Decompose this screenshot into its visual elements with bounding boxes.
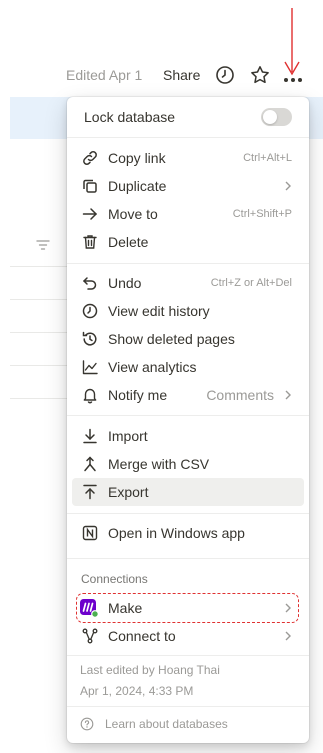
import-label: Import: [108, 428, 148, 444]
show-deleted-pages-item[interactable]: Show deleted pages: [72, 325, 304, 353]
view-edit-history-item[interactable]: View edit history: [72, 297, 304, 325]
menu-divider: [67, 655, 309, 656]
undo-shortcut: Ctrl+Z or Alt+Del: [210, 277, 292, 289]
clock-icon[interactable]: [214, 64, 236, 86]
bell-icon: [81, 386, 99, 404]
table-row-divider: [10, 299, 70, 300]
annotation-highlight: [76, 593, 299, 623]
link-icon: [81, 149, 99, 167]
trash-icon: [81, 233, 99, 251]
share-button[interactable]: Share: [163, 67, 200, 83]
chevron-right-icon: [281, 179, 295, 193]
import-icon: [81, 427, 99, 445]
chart-icon: [81, 358, 99, 376]
notify-me-item[interactable]: Notify me Comments: [72, 381, 304, 409]
menu-divider: [67, 706, 309, 707]
merge-with-csv-label: Merge with CSV: [108, 456, 210, 472]
table-row-divider: [10, 398, 70, 399]
menu-divider: [67, 513, 309, 514]
view-analytics-label: View analytics: [108, 359, 197, 375]
chevron-right-icon: [281, 388, 295, 402]
import-item[interactable]: Import: [72, 422, 304, 450]
duplicate-icon: [81, 177, 99, 195]
star-icon[interactable]: [249, 64, 271, 86]
export-icon: [81, 483, 99, 501]
move-to-shortcut: Ctrl+Shift+P: [232, 208, 292, 220]
arrow-right-icon: [81, 205, 99, 223]
edited-timestamp: Edited Apr 1: [66, 67, 143, 83]
help-icon: [80, 717, 94, 731]
merge-with-csv-item[interactable]: Merge with CSV: [72, 450, 304, 478]
menu-divider: [67, 415, 309, 416]
move-to-label: Move to: [108, 206, 158, 222]
connect-to-item[interactable]: Connect to: [72, 622, 304, 650]
notify-me-label: Notify me: [108, 387, 168, 403]
export-item[interactable]: Export: [72, 478, 304, 506]
table-row-divider: [10, 365, 70, 366]
menu-divider: [67, 558, 309, 559]
lock-database-label: Lock database: [84, 109, 176, 125]
filter-icon[interactable]: [36, 238, 50, 252]
view-analytics-item[interactable]: View analytics: [72, 353, 304, 381]
open-in-windows-app-label: Open in Windows app: [108, 525, 245, 541]
last-edited-by: Last edited by Hoang Thai: [80, 663, 220, 677]
page-topbar: Edited Apr 1 Share: [0, 58, 323, 92]
table-row-divider: [10, 332, 70, 333]
copy-link-label: Copy link: [108, 150, 166, 166]
learn-about-databases-label: Learn about databases: [105, 717, 228, 731]
merge-icon: [81, 455, 99, 473]
show-deleted-pages-label: Show deleted pages: [108, 331, 235, 347]
chevron-right-icon: [281, 629, 295, 643]
open-in-windows-app-item[interactable]: Open in Windows app: [72, 519, 304, 547]
annotation-arrow: [282, 8, 302, 80]
undo-item[interactable]: Undo Ctrl+Z or Alt+Del: [72, 269, 304, 297]
menu-divider: [67, 137, 309, 138]
export-label: Export: [108, 484, 149, 500]
toggle-knob: [263, 110, 277, 124]
copy-link-item[interactable]: Copy link Ctrl+Alt+L: [72, 144, 304, 172]
move-to-item[interactable]: Move to Ctrl+Shift+P: [72, 200, 304, 228]
duplicate-label: Duplicate: [108, 178, 167, 194]
duplicate-item[interactable]: Duplicate: [72, 172, 304, 200]
copy-link-shortcut: Ctrl+Alt+L: [243, 152, 292, 164]
connect-icon: [81, 627, 99, 645]
undo-label: Undo: [108, 275, 142, 291]
clock-icon: [81, 302, 99, 320]
delete-item[interactable]: Delete: [72, 228, 304, 256]
lock-database-toggle[interactable]: [261, 108, 292, 126]
menu-divider: [67, 263, 309, 264]
more-menu: Lock database Copy link Ctrl+Alt+L Dupli…: [67, 97, 309, 743]
undo-icon: [81, 274, 99, 292]
notify-me-value: Comments: [206, 387, 274, 403]
table-row-divider: [10, 266, 70, 267]
restore-icon: [81, 330, 99, 348]
view-edit-history-label: View edit history: [108, 303, 210, 319]
connect-to-label: Connect to: [108, 628, 176, 644]
connections-heading: Connections: [81, 572, 148, 586]
notion-icon: [81, 524, 99, 542]
last-edited-at: Apr 1, 2024, 4:33 PM: [80, 684, 194, 698]
delete-label: Delete: [108, 234, 149, 250]
